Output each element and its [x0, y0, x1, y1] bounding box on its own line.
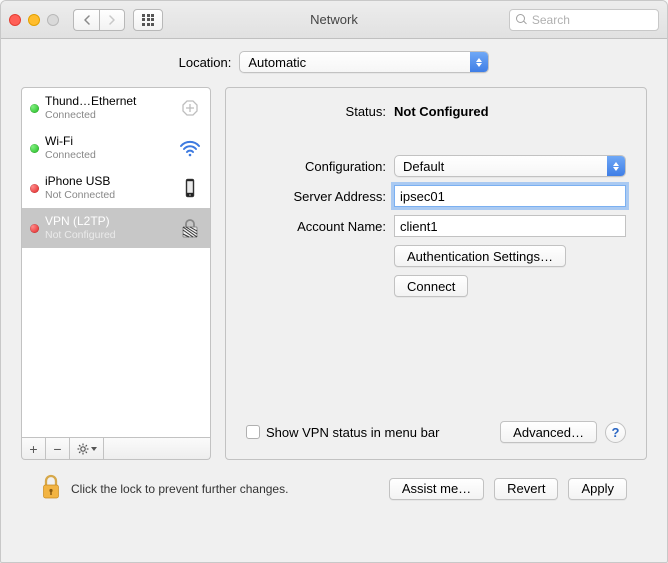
- ethernet-icon: [178, 97, 202, 119]
- vpn-icon: [178, 217, 202, 239]
- location-row: Location: Automatic: [21, 51, 647, 73]
- status-label: Status:: [246, 104, 386, 119]
- gear-icon: [77, 443, 89, 455]
- grid-icon: [142, 14, 154, 26]
- service-list[interactable]: Thund…Ethernet Connected Wi-Fi Connected: [21, 87, 211, 438]
- pane-bottom-row: Show VPN status in menu bar Advanced… ?: [246, 421, 626, 443]
- service-name: Thund…Ethernet: [45, 95, 172, 109]
- footer: Click the lock to prevent further change…: [21, 460, 647, 503]
- chevron-down-icon: [91, 447, 97, 451]
- service-list-toolbar: + −: [21, 438, 211, 460]
- lock-text: Click the lock to prevent further change…: [71, 482, 288, 496]
- configuration-select[interactable]: Default: [394, 155, 626, 177]
- status-row: Status: Not Configured: [246, 104, 626, 119]
- configuration-row: Configuration: Default: [246, 155, 626, 177]
- service-sidebar: Thund…Ethernet Connected Wi-Fi Connected: [21, 87, 211, 460]
- status-value: Not Configured: [394, 104, 489, 119]
- show-all-button[interactable]: [133, 9, 163, 31]
- auth-settings-button[interactable]: Authentication Settings…: [394, 245, 566, 267]
- service-item-vpn[interactable]: VPN (L2TP) Not Configured: [22, 208, 210, 248]
- iphone-icon: [178, 177, 202, 199]
- zoom-button[interactable]: [47, 14, 59, 26]
- show-vpn-status-checkbox[interactable]: [246, 425, 260, 439]
- forward-button[interactable]: [99, 9, 125, 31]
- server-address-label: Server Address:: [246, 189, 386, 204]
- content: Location: Automatic Thund…Ethernet Conne…: [1, 39, 667, 513]
- server-row: Server Address:: [246, 185, 626, 207]
- configuration-value: Default: [403, 159, 444, 174]
- minimize-button[interactable]: [28, 14, 40, 26]
- add-service-button[interactable]: +: [22, 438, 46, 459]
- location-select[interactable]: Automatic: [239, 51, 489, 73]
- account-row: Account Name:: [246, 215, 626, 237]
- service-name: Wi-Fi: [45, 135, 172, 149]
- show-vpn-status-label: Show VPN status in menu bar: [266, 425, 439, 440]
- location-label: Location:: [179, 55, 232, 70]
- service-action-menu[interactable]: [70, 438, 104, 459]
- status-dot: [30, 184, 39, 193]
- service-status: Connected: [45, 109, 172, 121]
- lock-icon[interactable]: [41, 474, 61, 503]
- service-name: VPN (L2TP): [45, 215, 172, 229]
- service-item-wifi[interactable]: Wi-Fi Connected: [22, 128, 210, 168]
- advanced-button[interactable]: Advanced…: [500, 421, 597, 443]
- apply-button[interactable]: Apply: [568, 478, 627, 500]
- account-name-input[interactable]: [394, 215, 626, 237]
- close-button[interactable]: [9, 14, 21, 26]
- service-item-iphone-usb[interactable]: iPhone USB Not Connected: [22, 168, 210, 208]
- search-icon: [516, 14, 526, 25]
- chevron-right-icon: [108, 15, 116, 25]
- nav-buttons: [73, 9, 125, 31]
- service-item-ethernet[interactable]: Thund…Ethernet Connected: [22, 88, 210, 128]
- location-value: Automatic: [248, 55, 306, 70]
- connect-button[interactable]: Connect: [394, 275, 468, 297]
- select-arrows-icon: [607, 156, 625, 176]
- search-input[interactable]: [530, 12, 652, 28]
- service-status: Not Configured: [45, 229, 172, 241]
- status-dot: [30, 144, 39, 153]
- service-status: Not Connected: [45, 189, 172, 201]
- service-status: Connected: [45, 149, 172, 161]
- traffic-lights: [9, 14, 59, 26]
- network-prefpane-window: Network Location: Automatic Thund…E: [0, 0, 668, 563]
- search-field[interactable]: [509, 9, 659, 31]
- account-name-label: Account Name:: [246, 219, 386, 234]
- chevron-left-icon: [83, 15, 91, 25]
- select-arrows-icon: [470, 52, 488, 72]
- remove-service-button[interactable]: −: [46, 438, 70, 459]
- titlebar: Network: [1, 1, 667, 39]
- wifi-icon: [178, 137, 202, 159]
- help-button[interactable]: ?: [605, 422, 626, 443]
- detail-pane: Status: Not Configured Configuration: De…: [225, 87, 647, 460]
- back-button[interactable]: [73, 9, 99, 31]
- service-name: iPhone USB: [45, 175, 172, 189]
- status-dot: [30, 104, 39, 113]
- assist-button[interactable]: Assist me…: [389, 478, 484, 500]
- configuration-label: Configuration:: [246, 159, 386, 174]
- status-dot: [30, 224, 39, 233]
- server-address-input[interactable]: [394, 185, 626, 207]
- revert-button[interactable]: Revert: [494, 478, 558, 500]
